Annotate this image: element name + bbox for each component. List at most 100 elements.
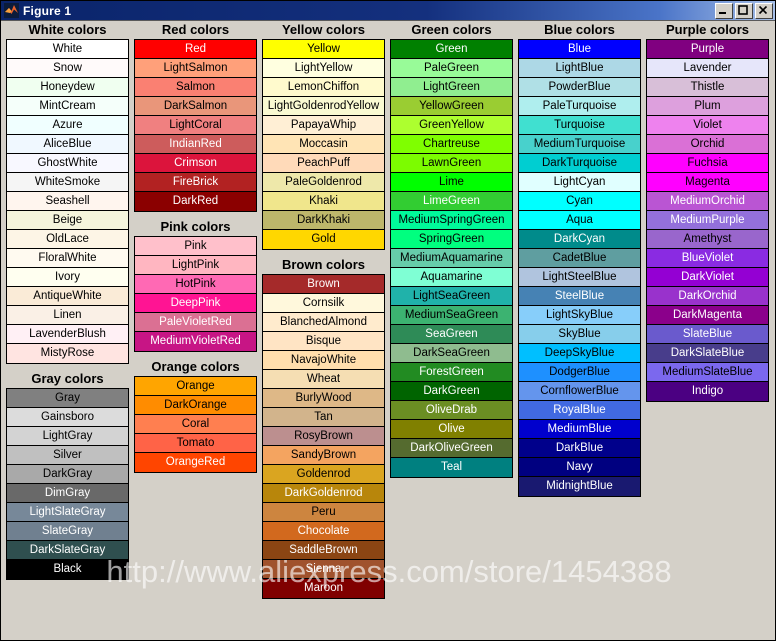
color-swatch[interactable]: Goldenrod — [263, 465, 384, 484]
color-swatch[interactable]: Bisque — [263, 332, 384, 351]
color-swatch[interactable]: MediumPurple — [647, 211, 768, 230]
color-swatch[interactable]: MediumSlateBlue — [647, 363, 768, 382]
color-swatch[interactable]: SpringGreen — [391, 230, 512, 249]
color-swatch[interactable]: PaleGreen — [391, 59, 512, 78]
color-swatch[interactable]: Peru — [263, 503, 384, 522]
color-swatch[interactable]: DarkRed — [135, 192, 256, 211]
color-swatch[interactable]: Chocolate — [263, 522, 384, 541]
color-swatch[interactable]: Blue — [519, 40, 640, 59]
color-swatch[interactable]: LightSkyBlue — [519, 306, 640, 325]
color-swatch[interactable]: LimeGreen — [391, 192, 512, 211]
color-swatch[interactable]: MediumSpringGreen — [391, 211, 512, 230]
color-swatch[interactable]: LightSalmon — [135, 59, 256, 78]
color-swatch[interactable]: Brown — [263, 275, 384, 294]
color-swatch[interactable]: MediumBlue — [519, 420, 640, 439]
color-swatch[interactable]: SkyBlue — [519, 325, 640, 344]
color-swatch[interactable]: DarkSeaGreen — [391, 344, 512, 363]
color-swatch[interactable]: LavenderBlush — [7, 325, 128, 344]
color-swatch[interactable]: Violet — [647, 116, 768, 135]
color-swatch[interactable]: Moccasin — [263, 135, 384, 154]
color-swatch[interactable]: Silver — [7, 446, 128, 465]
color-swatch[interactable]: MintCream — [7, 97, 128, 116]
color-swatch[interactable]: AliceBlue — [7, 135, 128, 154]
color-swatch[interactable]: DeepPink — [135, 294, 256, 313]
color-swatch[interactable]: LemonChiffon — [263, 78, 384, 97]
color-swatch[interactable]: PaleGoldenrod — [263, 173, 384, 192]
color-swatch[interactable]: Salmon — [135, 78, 256, 97]
color-swatch[interactable]: DarkGray — [7, 465, 128, 484]
color-swatch[interactable]: SeaGreen — [391, 325, 512, 344]
color-swatch[interactable]: Aqua — [519, 211, 640, 230]
color-swatch[interactable]: DarkGoldenrod — [263, 484, 384, 503]
color-swatch[interactable]: LightGray — [7, 427, 128, 446]
color-swatch[interactable]: Coral — [135, 415, 256, 434]
color-swatch[interactable]: LightGreen — [391, 78, 512, 97]
color-swatch[interactable]: ForestGreen — [391, 363, 512, 382]
color-swatch[interactable]: YellowGreen — [391, 97, 512, 116]
color-swatch[interactable]: Plum — [647, 97, 768, 116]
color-swatch[interactable]: CornflowerBlue — [519, 382, 640, 401]
color-swatch[interactable]: Lime — [391, 173, 512, 192]
color-swatch[interactable]: AntiqueWhite — [7, 287, 128, 306]
color-swatch[interactable]: DimGray — [7, 484, 128, 503]
color-swatch[interactable]: Indigo — [647, 382, 768, 401]
color-swatch[interactable]: SteelBlue — [519, 287, 640, 306]
color-swatch[interactable]: LightBlue — [519, 59, 640, 78]
color-swatch[interactable]: Tan — [263, 408, 384, 427]
color-swatch[interactable]: SlateBlue — [647, 325, 768, 344]
color-swatch[interactable]: LightGoldenrodYellow — [263, 97, 384, 116]
color-swatch[interactable]: Ivory — [7, 268, 128, 287]
color-swatch[interactable]: SlateGray — [7, 522, 128, 541]
color-swatch[interactable]: DarkOrchid — [647, 287, 768, 306]
color-swatch[interactable]: DarkGreen — [391, 382, 512, 401]
color-swatch[interactable]: PapayaWhip — [263, 116, 384, 135]
color-swatch[interactable]: MediumTurquoise — [519, 135, 640, 154]
color-swatch[interactable]: NavajoWhite — [263, 351, 384, 370]
color-swatch[interactable]: IndianRed — [135, 135, 256, 154]
color-swatch[interactable]: LightPink — [135, 256, 256, 275]
color-swatch[interactable]: FireBrick — [135, 173, 256, 192]
color-swatch[interactable]: Seashell — [7, 192, 128, 211]
color-swatch[interactable]: GreenYellow — [391, 116, 512, 135]
color-swatch[interactable]: Red — [135, 40, 256, 59]
color-swatch[interactable]: Aquamarine — [391, 268, 512, 287]
color-swatch[interactable]: WhiteSmoke — [7, 173, 128, 192]
color-swatch[interactable]: DodgerBlue — [519, 363, 640, 382]
color-swatch[interactable]: LightSteelBlue — [519, 268, 640, 287]
color-swatch[interactable]: SaddleBrown — [263, 541, 384, 560]
color-swatch[interactable]: Wheat — [263, 370, 384, 389]
color-swatch[interactable]: Tomato — [135, 434, 256, 453]
color-swatch[interactable]: Khaki — [263, 192, 384, 211]
color-swatch[interactable]: DarkSlateBlue — [647, 344, 768, 363]
color-swatch[interactable]: Crimson — [135, 154, 256, 173]
color-swatch[interactable]: OliveDrab — [391, 401, 512, 420]
color-swatch[interactable]: LightCyan — [519, 173, 640, 192]
color-swatch[interactable]: Snow — [7, 59, 128, 78]
color-swatch[interactable]: LawnGreen — [391, 154, 512, 173]
color-swatch[interactable]: DeepSkyBlue — [519, 344, 640, 363]
minimize-button[interactable] — [715, 2, 733, 19]
color-swatch[interactable]: Azure — [7, 116, 128, 135]
color-swatch[interactable]: Fuchsia — [647, 154, 768, 173]
color-swatch[interactable]: DarkViolet — [647, 268, 768, 287]
color-swatch[interactable]: MediumAquamarine — [391, 249, 512, 268]
color-swatch[interactable]: OldLace — [7, 230, 128, 249]
title-bar[interactable]: Figure 1 — [1, 1, 775, 21]
color-swatch[interactable]: Gray — [7, 389, 128, 408]
color-swatch[interactable]: DarkCyan — [519, 230, 640, 249]
color-swatch[interactable]: Linen — [7, 306, 128, 325]
color-swatch[interactable]: Thistle — [647, 78, 768, 97]
color-swatch[interactable]: DarkMagenta — [647, 306, 768, 325]
color-swatch[interactable]: HotPink — [135, 275, 256, 294]
color-swatch[interactable]: Gainsboro — [7, 408, 128, 427]
color-swatch[interactable]: OrangeRed — [135, 453, 256, 472]
color-swatch[interactable]: Amethyst — [647, 230, 768, 249]
color-swatch[interactable]: Olive — [391, 420, 512, 439]
color-swatch[interactable]: Beige — [7, 211, 128, 230]
color-swatch[interactable]: Teal — [391, 458, 512, 477]
color-swatch[interactable]: Navy — [519, 458, 640, 477]
color-swatch[interactable]: BlanchedAlmond — [263, 313, 384, 332]
color-swatch[interactable]: MistyRose — [7, 344, 128, 363]
color-swatch[interactable]: MediumOrchid — [647, 192, 768, 211]
color-swatch[interactable]: Sienna — [263, 560, 384, 579]
